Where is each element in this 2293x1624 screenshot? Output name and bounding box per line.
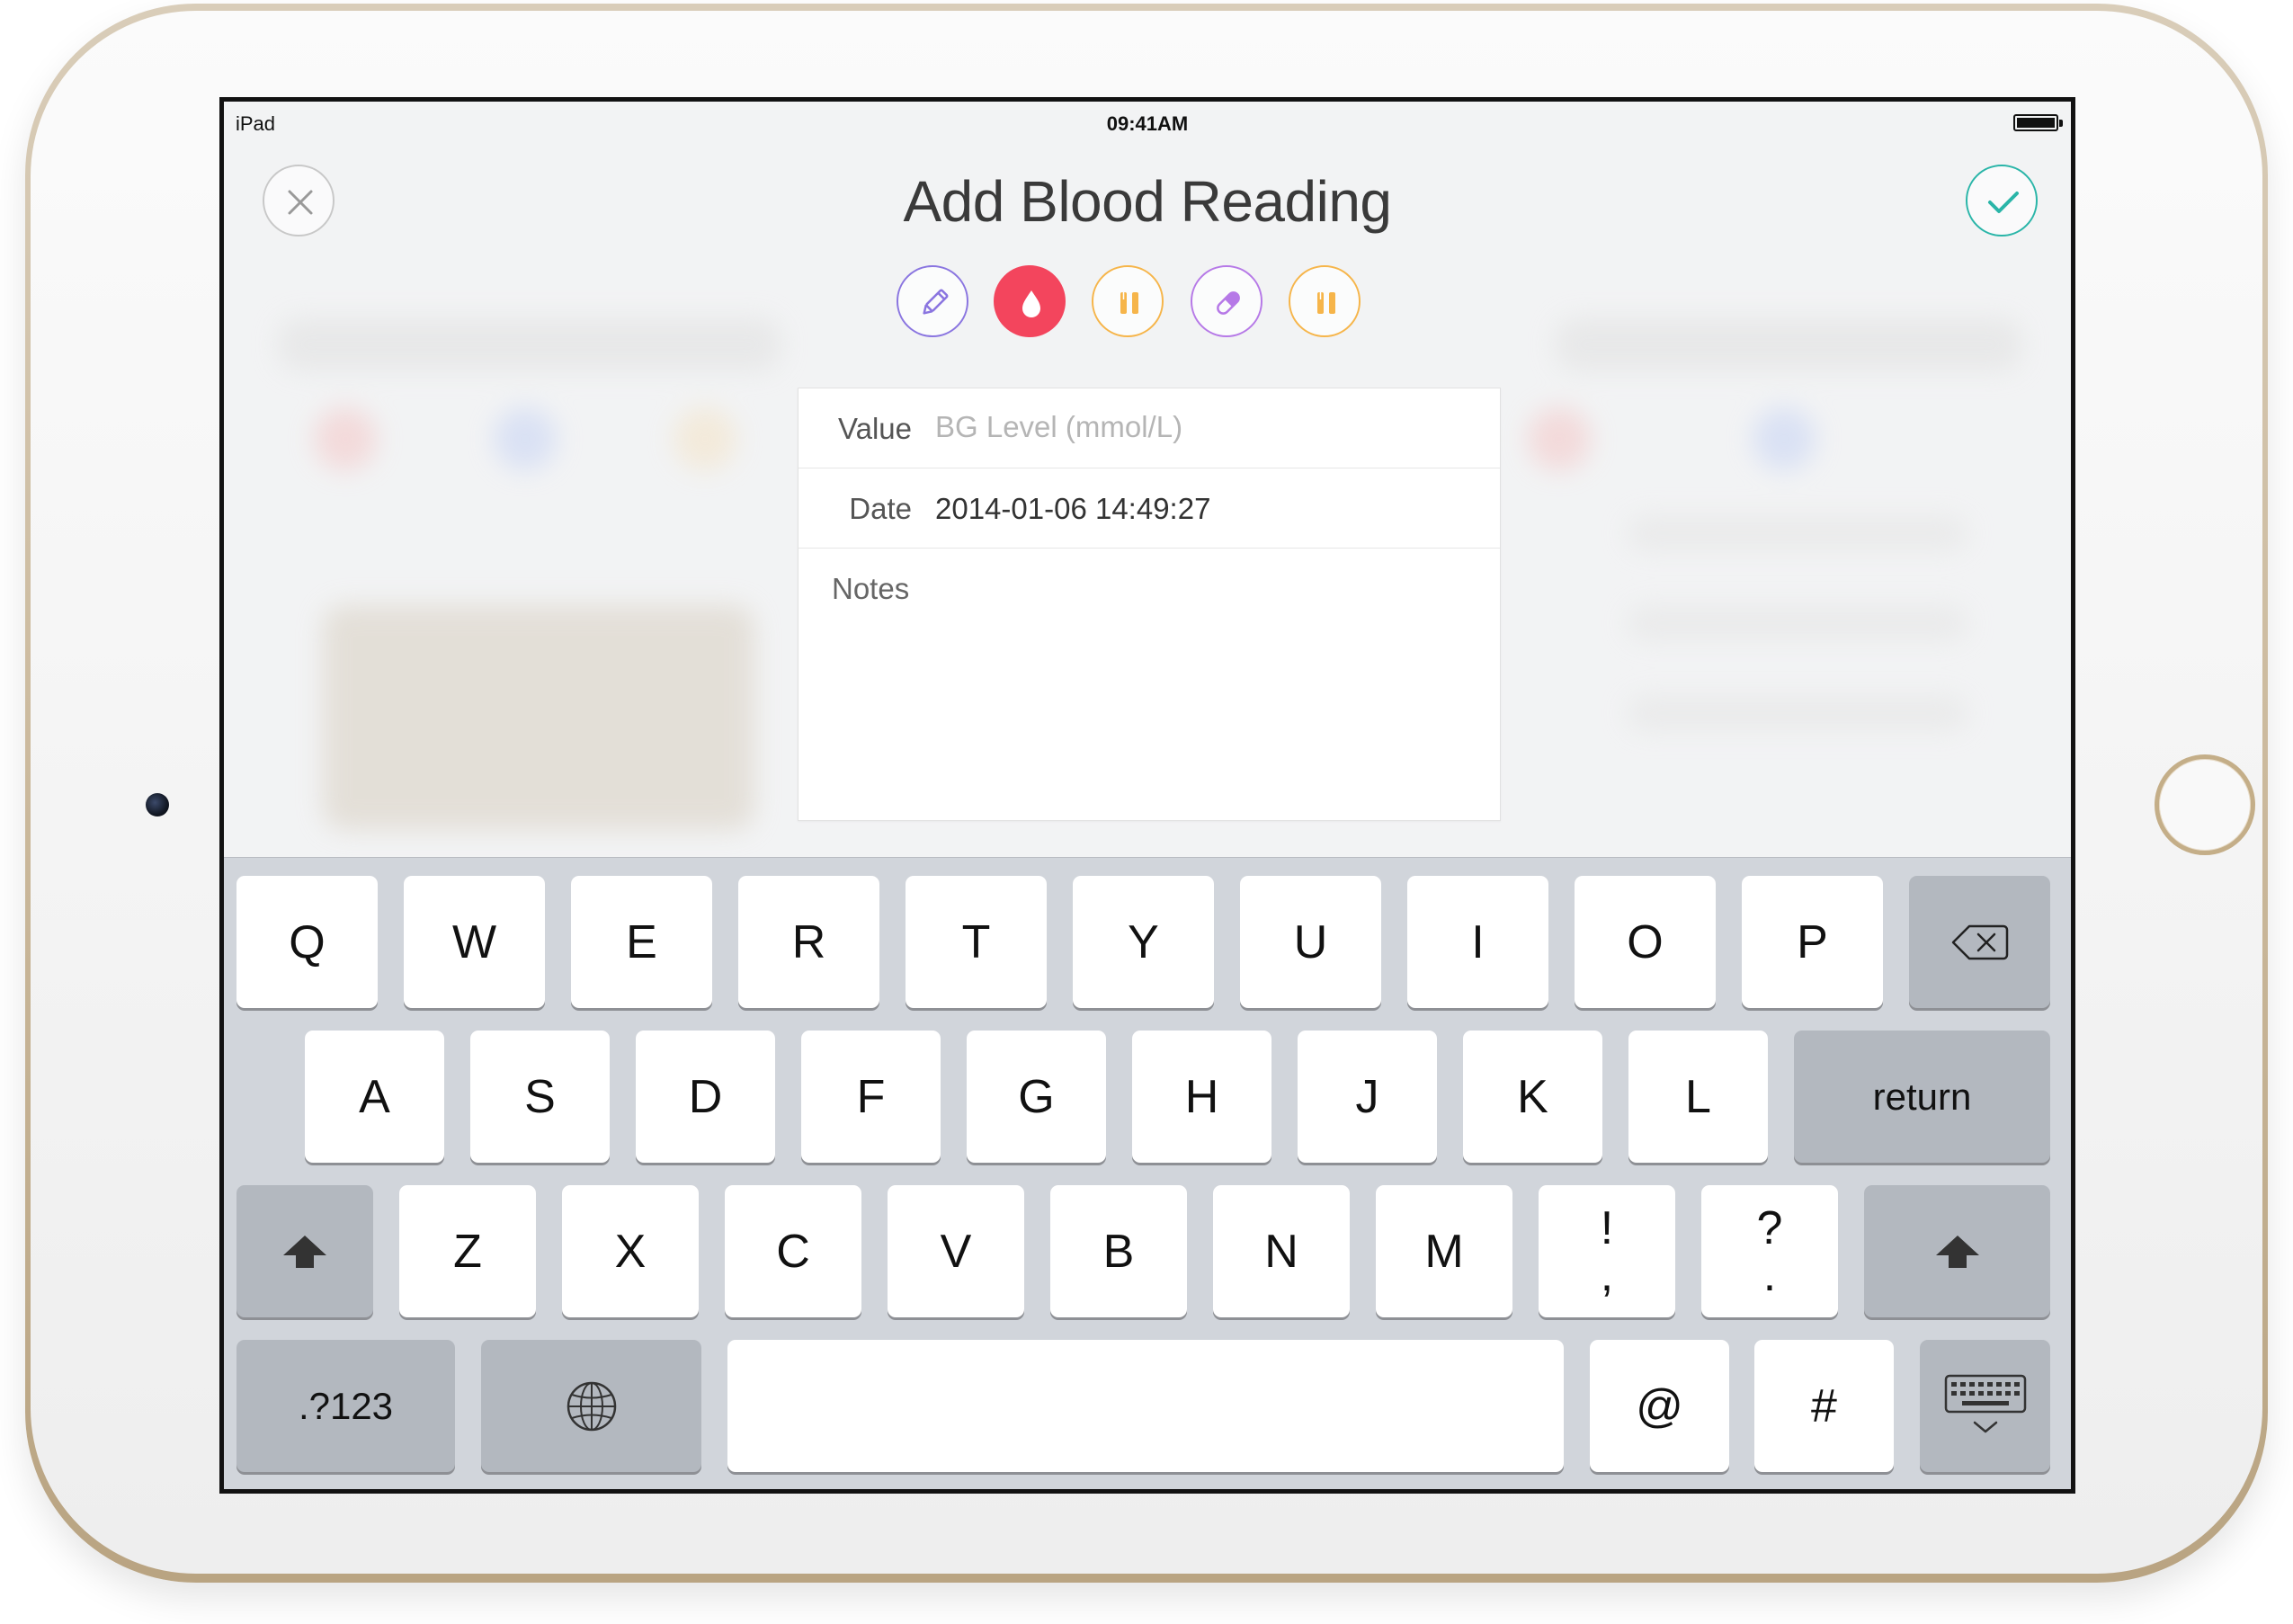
- key-w[interactable]: W: [404, 876, 545, 1008]
- key-y[interactable]: Y: [1073, 876, 1214, 1008]
- notes-textarea[interactable]: [816, 613, 1482, 807]
- key-period-label: .: [1762, 1248, 1777, 1301]
- backspace-icon: [1951, 924, 2008, 959]
- key-v[interactable]: V: [888, 1185, 1024, 1317]
- page-title: Add Blood Reading: [903, 169, 1392, 234]
- key-u[interactable]: U: [1240, 876, 1381, 1008]
- key-c[interactable]: C: [725, 1185, 861, 1317]
- hash-key[interactable]: #: [1754, 1340, 1894, 1472]
- date-value[interactable]: 2014-01-06 14:49:27: [935, 492, 1210, 526]
- fork-knife-icon: [1120, 292, 1138, 314]
- home-button[interactable]: [2155, 754, 2255, 855]
- key-m[interactable]: M: [1376, 1185, 1512, 1317]
- entry-type-selector: [224, 265, 2071, 341]
- delete-key[interactable]: [1909, 876, 2050, 1008]
- key-r[interactable]: R: [738, 876, 879, 1008]
- space-bar[interactable]: [727, 1340, 1564, 1472]
- status-time: 09:41AM: [1106, 112, 1189, 135]
- shift-key-right[interactable]: [1864, 1185, 2050, 1317]
- key-p[interactable]: P: [1742, 876, 1883, 1008]
- numbers-key[interactable]: .?123: [236, 1340, 455, 1472]
- key-e[interactable]: E: [571, 876, 712, 1008]
- value-label: Value: [838, 412, 912, 445]
- key-d[interactable]: D: [636, 1031, 775, 1163]
- entry-type-meal-2-button[interactable]: [1289, 265, 1361, 337]
- shift-icon: [1935, 1235, 1979, 1268]
- key-z[interactable]: Z: [399, 1185, 536, 1317]
- front-camera: [146, 793, 169, 816]
- date-row[interactable]: Date 2014-01-06 14:49:27: [799, 468, 1500, 549]
- blood-drop-icon: [1022, 290, 1040, 317]
- onscreen-keyboard: Q W E R T Y U I O P A S D F G H J K L re…: [224, 857, 2071, 1489]
- key-q[interactable]: Q: [236, 876, 378, 1008]
- pill-icon: [1217, 291, 1240, 315]
- key-i[interactable]: I: [1407, 876, 1548, 1008]
- key-b[interactable]: B: [1050, 1185, 1187, 1317]
- bg-level-input[interactable]: [935, 405, 1475, 450]
- key-a[interactable]: A: [305, 1031, 444, 1163]
- return-key[interactable]: return: [1794, 1031, 2050, 1163]
- globe-icon: [567, 1381, 616, 1431]
- entry-type-note-button[interactable]: [897, 265, 968, 337]
- key-k[interactable]: K: [1463, 1031, 1602, 1163]
- entry-type-blood-button[interactable]: [994, 265, 1066, 337]
- key-exclamation-comma[interactable]: ! ,: [1539, 1185, 1675, 1317]
- key-n[interactable]: N: [1213, 1185, 1350, 1317]
- key-question-period[interactable]: ? .: [1701, 1185, 1838, 1317]
- key-comma-label: ,: [1600, 1248, 1614, 1301]
- pencil-icon: [923, 289, 949, 315]
- battery-icon: [2013, 114, 2063, 131]
- key-x[interactable]: X: [562, 1185, 699, 1317]
- confirm-button[interactable]: [1966, 165, 2038, 236]
- checkmark-icon: [1988, 192, 2019, 213]
- fork-knife-icon: [1317, 292, 1335, 314]
- globe-key[interactable]: [481, 1340, 701, 1472]
- entry-type-medication-button[interactable]: [1191, 265, 1262, 337]
- at-key[interactable]: @: [1590, 1340, 1729, 1472]
- dismiss-keyboard-key[interactable]: [1920, 1340, 2050, 1472]
- date-label: Date: [849, 492, 912, 525]
- key-l[interactable]: L: [1628, 1031, 1768, 1163]
- keyboard-dismiss-icon: [1944, 1374, 2026, 1432]
- key-f[interactable]: F: [801, 1031, 941, 1163]
- status-bar: iPad 09:41AM: [224, 102, 2071, 138]
- value-row: Value: [799, 388, 1500, 468]
- key-j[interactable]: J: [1298, 1031, 1437, 1163]
- blood-reading-form: Value Date 2014-01-06 14:49:27 Notes: [798, 388, 1501, 821]
- key-t[interactable]: T: [906, 876, 1047, 1008]
- key-question-label: ?: [1756, 1201, 1783, 1254]
- key-s[interactable]: S: [470, 1031, 610, 1163]
- key-h[interactable]: H: [1132, 1031, 1271, 1163]
- screen: iPad 09:41AM Add Blood Reading Value BG …: [219, 97, 2075, 1494]
- key-o[interactable]: O: [1575, 876, 1716, 1008]
- shift-icon: [283, 1235, 326, 1268]
- key-exclamation-label: !: [1600, 1201, 1614, 1254]
- entry-type-meal-button[interactable]: [1092, 265, 1164, 337]
- notes-label: Notes: [832, 572, 910, 605]
- key-g[interactable]: G: [967, 1031, 1106, 1163]
- shift-key-left[interactable]: [236, 1185, 373, 1317]
